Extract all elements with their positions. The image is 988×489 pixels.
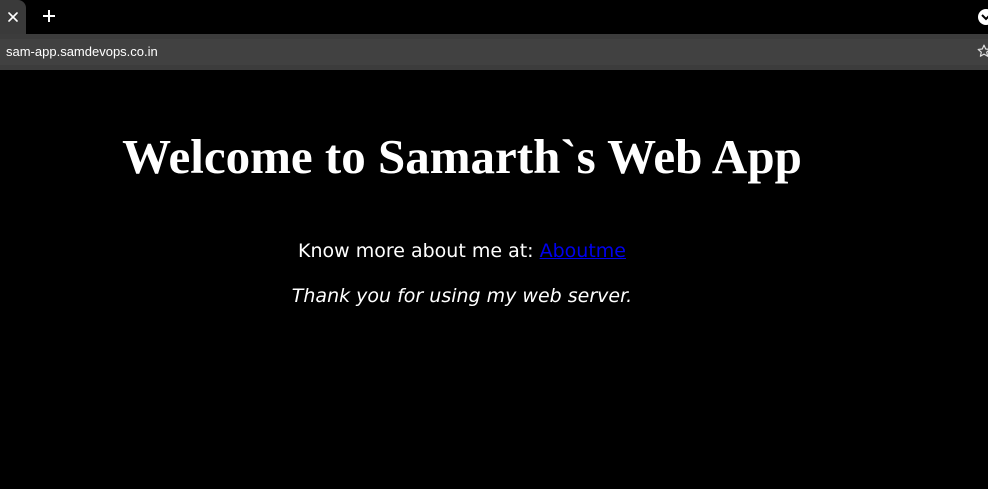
new-tab-button[interactable]	[38, 6, 60, 28]
plus-icon	[42, 8, 56, 27]
aboutme-link[interactable]: Aboutme	[540, 240, 626, 262]
address-bar[interactable]: sam-app.samdevops.co.in	[0, 39, 988, 65]
about-line: Know more about me at: Aboutme	[0, 238, 924, 264]
star-icon[interactable]	[977, 43, 988, 59]
thank-you-message: Thank you for using my web server.	[291, 285, 633, 307]
tab-strip	[0, 0, 988, 34]
browser-toolbar: sam-app.samdevops.co.in	[0, 34, 988, 70]
address-bar-url[interactable]: sam-app.samdevops.co.in	[6, 44, 158, 59]
close-icon	[8, 12, 18, 22]
page-title: Welcome to Samarth`s Web App	[122, 129, 802, 184]
tab-search-button[interactable]	[978, 9, 988, 25]
close-tab-button[interactable]	[0, 0, 26, 34]
page-content: Welcome to Samarth`s Web App Know more a…	[0, 70, 988, 489]
about-text: Know more about me at:	[298, 240, 540, 262]
